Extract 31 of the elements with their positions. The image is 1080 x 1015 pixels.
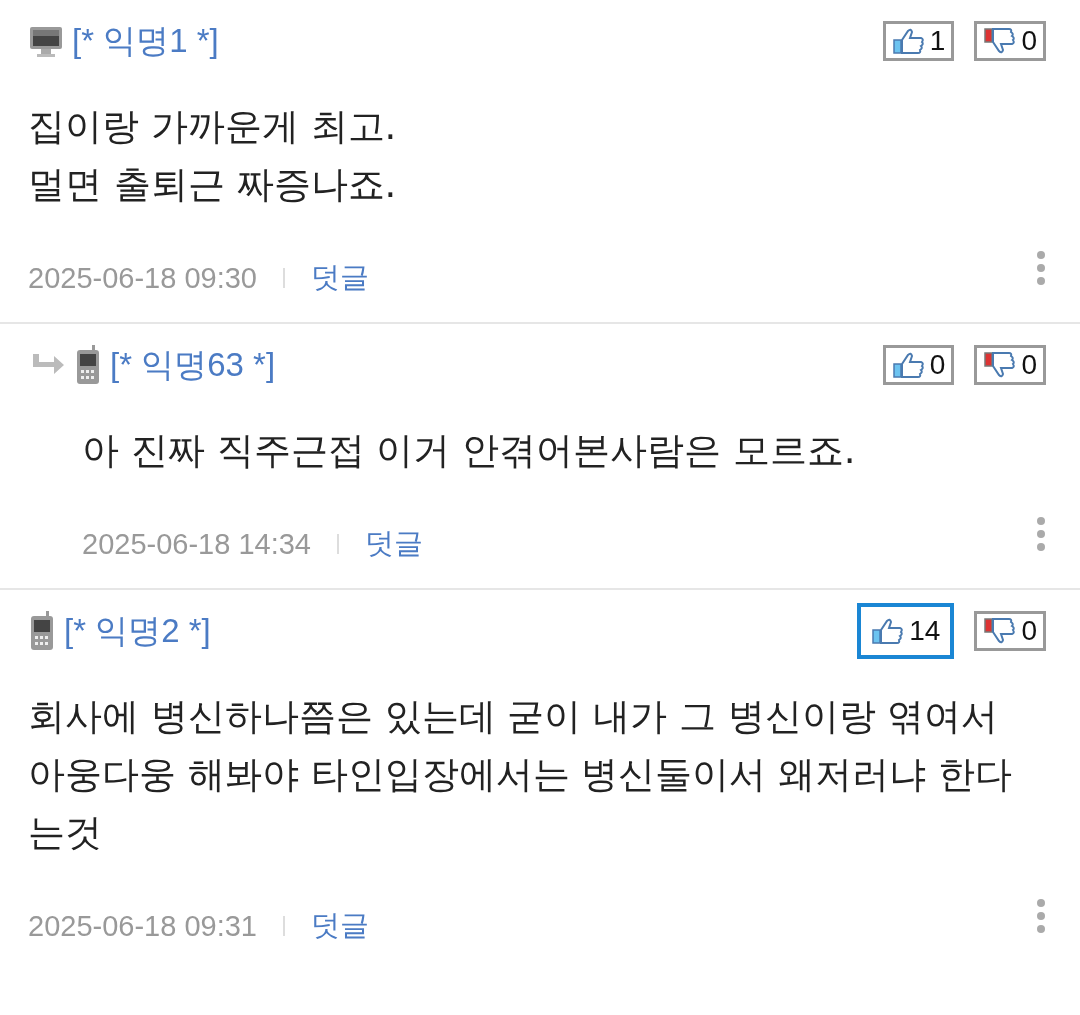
reply-arrow-icon (30, 354, 66, 376)
like-button[interactable]: 14 (857, 603, 955, 659)
author-name[interactable]: [* 익명63 *] (110, 342, 276, 388)
comment-text: 아 진짜 직주근접 이거 안겪어본사람은 모르죠. (82, 428, 857, 474)
phone-icon (28, 611, 56, 651)
author-name[interactable]: [* 익명2 *] (64, 608, 211, 654)
like-button[interactable]: 1 (882, 21, 955, 61)
comment-text: 회사에 병신하나쯤은 있는데 굳이 내가 그 병신이랑 엮여서 아웅다웅 해봐야 타인입장에서는 병신둘이서 왜저러냐 한다는것 (28, 694, 1013, 856)
comment-text: 집이랑 가까운게 최고. (28, 104, 398, 150)
dislike-button[interactable]: 0 (974, 611, 1046, 651)
thumbs-up-icon (891, 27, 926, 55)
like-button[interactable]: 0 (882, 345, 955, 385)
comment-date: 2025-06-18 09:31 (28, 909, 257, 943)
thumbs-down-icon (983, 617, 1018, 645)
thumbs-down-icon (983, 27, 1018, 55)
reply-link[interactable]: 덧글 (311, 258, 369, 298)
dislike-button[interactable]: 0 (974, 21, 1046, 61)
comment-text: 멀면 출퇴근 짜증나죠. (28, 162, 398, 208)
thumbs-up-icon (871, 617, 906, 645)
more-options-icon[interactable] (1036, 250, 1046, 286)
thumbs-down-icon (983, 351, 1018, 379)
thumbs-up-icon (891, 351, 926, 379)
comment-date: 2025-06-18 09:30 (28, 261, 257, 295)
phone-icon (74, 345, 102, 385)
comment-date: 2025-06-18 14:34 (82, 527, 311, 561)
author-name[interactable]: [* 익명1 *] (72, 18, 219, 64)
more-options-icon[interactable] (1036, 898, 1046, 934)
dislike-button[interactable]: 0 (974, 345, 1046, 385)
reply-link[interactable]: 덧글 (311, 906, 369, 946)
more-options-icon[interactable] (1036, 516, 1046, 552)
reply-link[interactable]: 덧글 (365, 524, 423, 564)
